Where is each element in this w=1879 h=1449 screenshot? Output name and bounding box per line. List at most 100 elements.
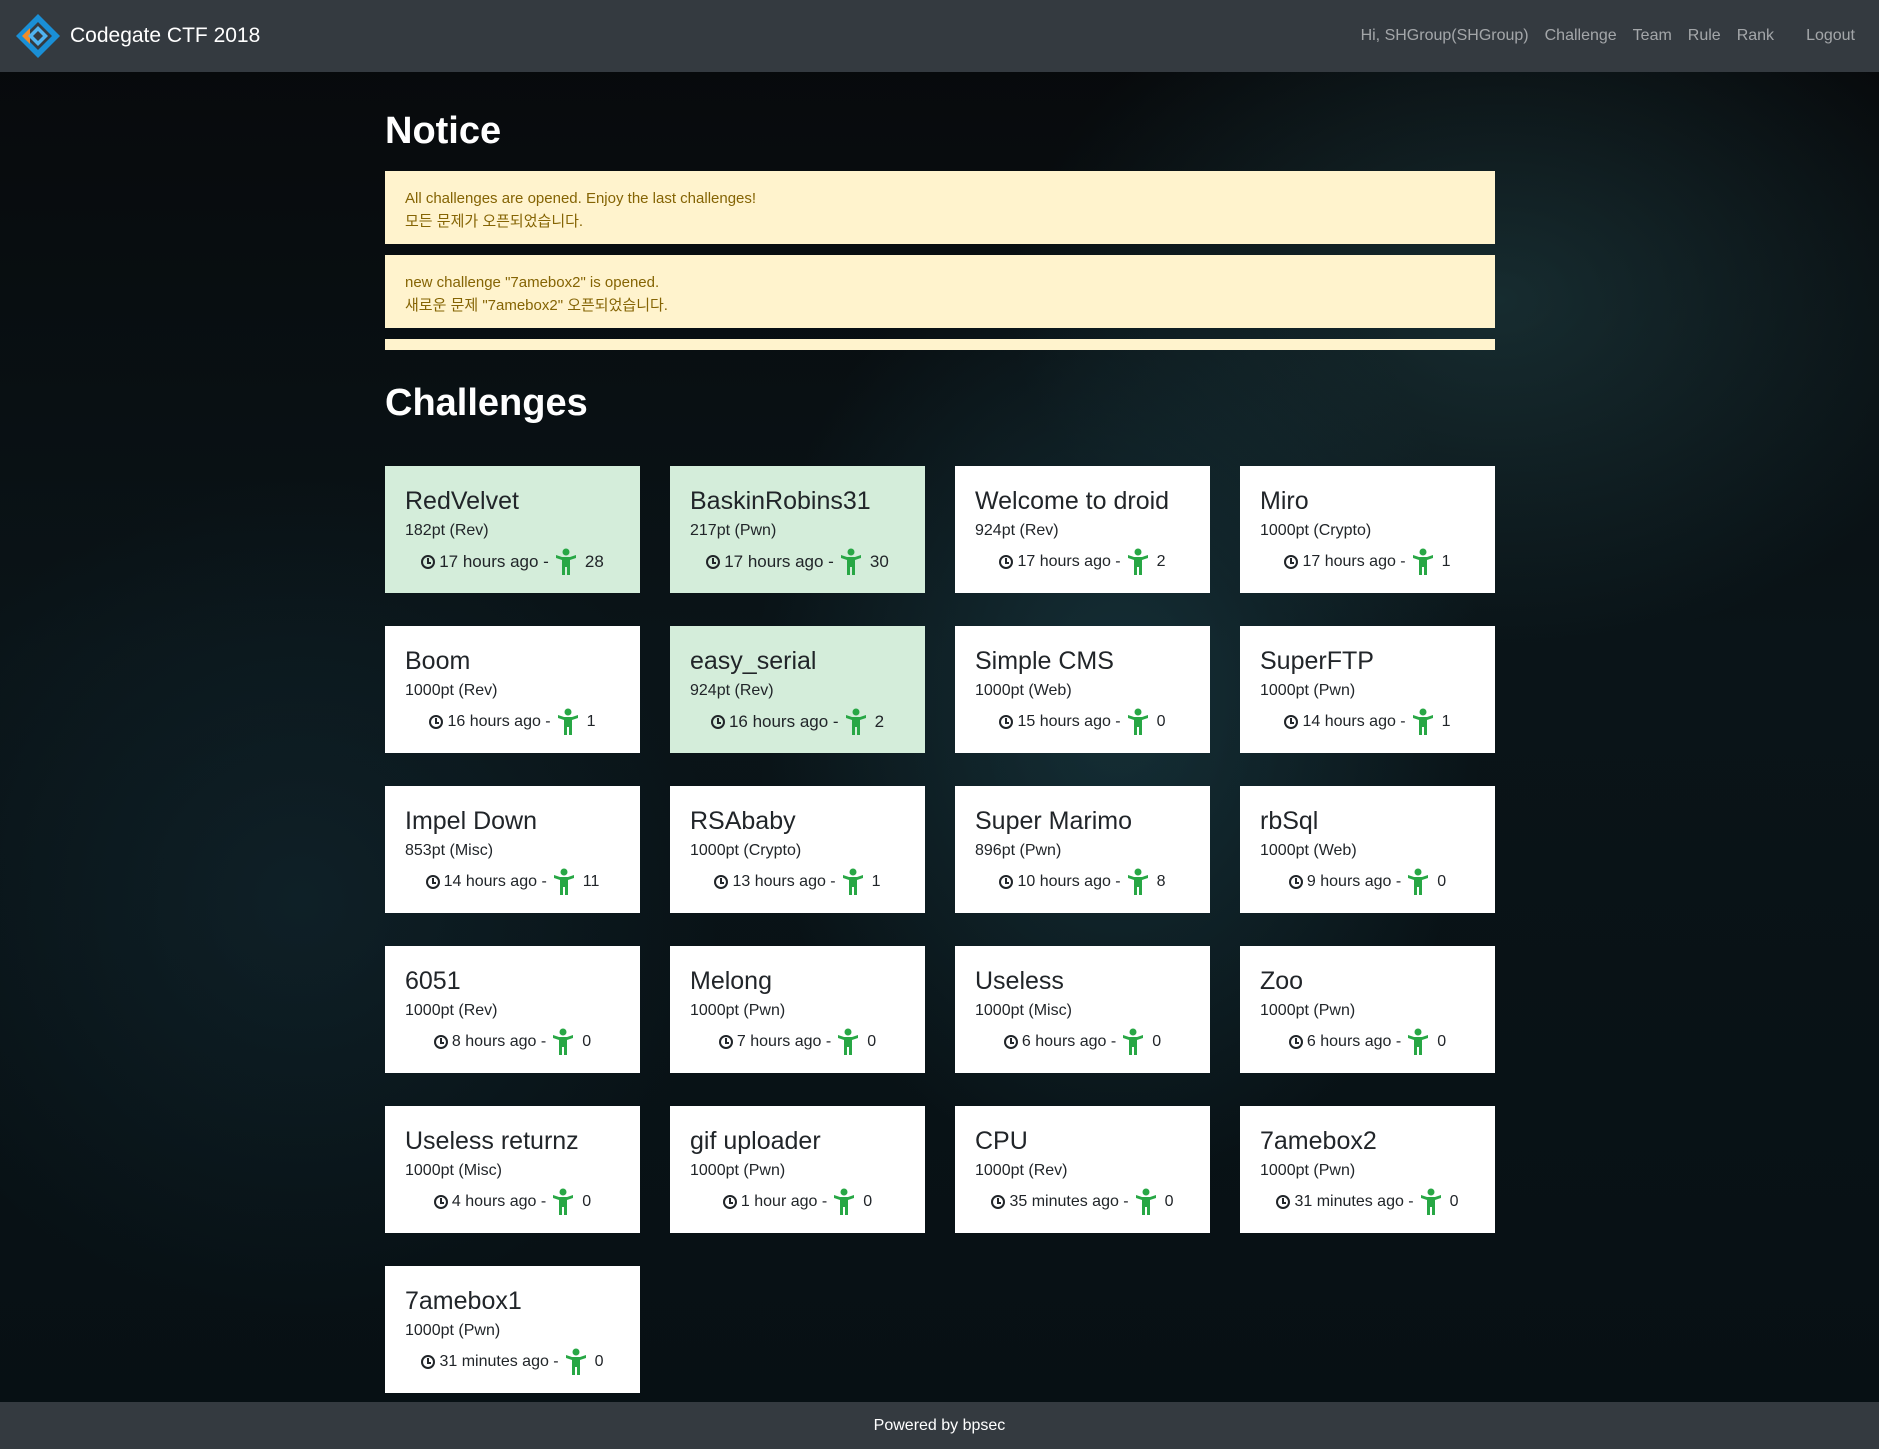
person-icon (553, 868, 575, 896)
nav-team[interactable]: Team (1633, 27, 1672, 45)
nav-rank[interactable]: Rank (1737, 27, 1774, 45)
solver-count: 0 (1437, 1033, 1447, 1050)
clock-icon (433, 1035, 448, 1049)
solver-count: 0 (582, 1033, 592, 1050)
challenge-points: 1000pt (Web) (975, 682, 1072, 699)
challenge-card[interactable]: RedVelvet 182pt (Rev) 17 hours ago - 28 (385, 466, 640, 593)
challenge-points: 1000pt (Web) (1260, 842, 1357, 859)
challenge-meta: 7 hours ago - 0 (690, 1028, 905, 1056)
challenge-points: 1000pt (Misc) (975, 1002, 1072, 1019)
challenge-card[interactable]: Super Marimo 896pt (Pwn) 10 hours ago - 8 (955, 786, 1210, 913)
challenge-points: 1000pt (Misc) (405, 1162, 502, 1179)
challenge-card[interactable]: rbSql 1000pt (Web) 9 hours ago - 0 (1240, 786, 1495, 913)
challenge-card[interactable]: 7amebox2 1000pt (Pwn) 31 minutes ago - 0 (1240, 1106, 1495, 1233)
user-greeting[interactable]: Hi, SHGroup(SHGroup) (1361, 27, 1529, 45)
challenge-points: 1000pt (Pwn) (690, 1162, 786, 1179)
challenge-name: easy_serial (690, 647, 817, 675)
person-icon (1122, 1028, 1144, 1056)
challenge-card[interactable]: Melong 1000pt (Pwn) 7 hours ago - 0 (670, 946, 925, 1073)
clock-icon (1003, 1035, 1018, 1049)
challenge-name: Impel Down (405, 807, 537, 835)
challenge-card[interactable]: BaskinRobins31 217pt (Pwn) 17 hours ago - 3… (670, 466, 925, 593)
challenge-points: 853pt (Misc) (405, 842, 494, 859)
clock-icon (1276, 1195, 1291, 1209)
challenge-meta: 14 hours ago - 11 (405, 868, 620, 896)
challenge-card[interactable]: gif uploader 1000pt (Pwn) 1 hour ago - 0 (670, 1106, 925, 1233)
challenge-time: 13 hours ago - (732, 873, 836, 890)
clock-icon (421, 555, 436, 569)
challenge-points: 1000pt (Pwn) (690, 1002, 786, 1019)
challenge-name: 6051 (405, 967, 461, 995)
clock-icon (1288, 875, 1303, 889)
challenge-points: 1000pt (Pwn) (405, 1322, 501, 1339)
solver-count: 1 (586, 713, 596, 730)
notice-item: All challenges are opened. Enjoy the las… (385, 171, 1495, 244)
challenge-card[interactable]: CPU 1000pt (Rev) 35 minutes ago - 0 (955, 1106, 1210, 1233)
brand-link[interactable]: Codegate CTF 2018 (14, 12, 260, 60)
solver-count: 11 (582, 873, 600, 890)
challenge-time: 14 hours ago - (443, 873, 547, 890)
challenge-name: Welcome to droid (975, 487, 1170, 515)
challenge-card[interactable]: Impel Down 853pt (Misc) 14 hours ago - 11 (385, 786, 640, 913)
challenge-card[interactable]: Miro 1000pt (Crypto) 17 hours ago - 1 (1240, 466, 1495, 593)
challenge-name: 7amebox1 (405, 1287, 522, 1315)
challenge-card[interactable]: SuperFTP 1000pt (Pwn) 14 hours ago - 1 (1240, 626, 1495, 753)
challenge-name: Boom (405, 647, 471, 675)
challenge-time: 17 hours ago - (439, 552, 549, 571)
challenge-meta: 14 hours ago - 1 (1260, 708, 1475, 736)
clock-icon (999, 715, 1014, 729)
notice-text-ko: 모든 문제가 오픈되었습니다. (405, 213, 584, 230)
challenge-points: 896pt (Pwn) (975, 842, 1062, 859)
person-icon (840, 548, 862, 576)
solver-count: 0 (867, 1033, 877, 1050)
challenge-card[interactable]: Useless 1000pt (Misc) 6 hours ago - 0 (955, 946, 1210, 1073)
clock-icon (999, 555, 1014, 569)
nav-challenge[interactable]: Challenge (1545, 27, 1617, 45)
challenge-time: 31 minutes ago - (439, 1353, 559, 1370)
challenge-time: 1 hour ago - (740, 1193, 828, 1210)
clock-icon (433, 1195, 448, 1209)
notice-item: new challenge "7amebox2" is opened. 새로운 … (385, 255, 1495, 328)
challenge-card[interactable]: 7amebox1 1000pt (Pwn) 31 minutes ago - 0 (385, 1266, 640, 1393)
challenge-card[interactable]: Simple CMS 1000pt (Web) 15 hours ago - 0 (955, 626, 1210, 753)
logout-link[interactable]: Logout (1806, 27, 1855, 45)
person-icon (837, 1028, 859, 1056)
challenge-name: RSAbaby (690, 807, 796, 835)
person-icon (1420, 1188, 1442, 1216)
challenge-time: 17 hours ago - (1302, 553, 1406, 570)
clock-icon (718, 1035, 733, 1049)
challenge-card[interactable]: Zoo 1000pt (Pwn) 6 hours ago - 0 (1240, 946, 1495, 1073)
challenge-time: 16 hours ago - (447, 713, 551, 730)
challenge-meta: 15 hours ago - 0 (975, 708, 1190, 736)
person-icon (1135, 1188, 1157, 1216)
main-content: Notice All challenges are opened. Enjoy … (385, 72, 1495, 1393)
challenge-name: CPU (975, 1127, 1028, 1155)
nav-links: Hi, SHGroup(SHGroup) Challenge Team Rule… (1361, 0, 1855, 72)
solver-count: 0 (1156, 713, 1166, 730)
challenge-card[interactable]: RSAbaby 1000pt (Crypto) 13 hours ago - 1 (670, 786, 925, 913)
challenge-meta: 9 hours ago - 0 (1260, 868, 1475, 896)
challenge-time: 10 hours ago - (1017, 873, 1121, 890)
challenge-card[interactable]: Boom 1000pt (Rev) 16 hours ago - 1 (385, 626, 640, 753)
challenge-card[interactable]: Welcome to droid 924pt (Rev) 17 hours ago … (955, 466, 1210, 593)
challenge-time: 17 hours ago - (1017, 553, 1121, 570)
challenge-points: 1000pt (Crypto) (1260, 522, 1372, 539)
challenge-card[interactable]: Useless returnz 1000pt (Misc) 4 hours ago … (385, 1106, 640, 1233)
solver-count: 2 (874, 712, 885, 731)
clock-icon (999, 875, 1014, 889)
challenge-name: 7amebox2 (1260, 1127, 1377, 1155)
challenge-points: 924pt (Rev) (975, 522, 1059, 539)
challenge-card[interactable]: easy_serial 924pt (Rev) 16 hours ago - 2 (670, 626, 925, 753)
nav-rule[interactable]: Rule (1688, 27, 1721, 45)
challenge-card[interactable]: 6051 1000pt (Rev) 8 hours ago - 0 (385, 946, 640, 1073)
challenge-meta: 31 minutes ago - 0 (405, 1348, 620, 1376)
person-icon (833, 1188, 855, 1216)
clock-icon (1284, 715, 1299, 729)
solver-count: 0 (582, 1193, 592, 1210)
challenge-name: Zoo (1260, 967, 1304, 995)
challenge-points: 1000pt (Pwn) (1260, 1002, 1356, 1019)
person-icon (1127, 548, 1149, 576)
challenge-time: 15 hours ago - (1017, 713, 1121, 730)
challenge-meta: 17 hours ago - 2 (975, 548, 1190, 576)
challenge-grid: RedVelvet 182pt (Rev) 17 hours ago -28 Bask… (385, 466, 1495, 1393)
